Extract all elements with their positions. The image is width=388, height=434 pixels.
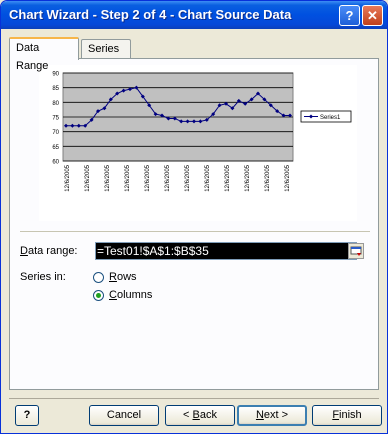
tab-series[interactable]: Series [81, 39, 131, 58]
finish-button[interactable]: Finish [312, 405, 382, 426]
x-tick-label: 12/6/2005 [285, 164, 291, 191]
x-tick-label: 12/6/2005 [185, 164, 191, 191]
x-tick-label: 12/6/2005 [245, 164, 251, 191]
data-range-label: Data range: [20, 245, 78, 257]
title-bar: Chart Wizard - Step 2 of 4 - Chart Sourc… [1, 1, 387, 29]
collapse-dialog-button[interactable] [348, 243, 364, 259]
next-button[interactable]: Next > [237, 405, 307, 426]
x-tick-label: 12/6/2005 [125, 164, 131, 191]
columns-label[interactable]: Columns [109, 289, 152, 301]
y-tick-label: 70 [52, 130, 59, 136]
legend-label: Series1 [320, 115, 341, 121]
chart-wizard-dialog: Chart Wizard - Step 2 of 4 - Chart Sourc… [0, 0, 388, 434]
y-tick-label: 60 [52, 160, 59, 166]
close-button[interactable]: ✕ [362, 5, 383, 26]
columns-radio[interactable] [93, 290, 104, 301]
cancel-button[interactable]: Cancel [89, 405, 159, 426]
window-title: Chart Wizard - Step 2 of 4 - Chart Sourc… [9, 7, 292, 22]
x-tick-label: 12/6/2005 [105, 164, 111, 191]
chart-preview: 60 65 70 75 80 85 90 12/6/2005 12/6/2005 12/6/200… [39, 65, 357, 221]
y-tick-label: 75 [52, 116, 59, 122]
divider [20, 231, 370, 232]
collapse-icon [350, 246, 362, 256]
x-tick-label: 12/6/2005 [225, 164, 231, 191]
bottom-separator [9, 398, 379, 399]
chart-svg: 60 65 70 75 80 85 90 12/6/2005 12/6/2005 12/6/200… [52, 72, 352, 192]
x-tick-label: 12/6/2005 [265, 164, 271, 191]
rows-label[interactable]: Rows [109, 271, 137, 283]
rows-radio[interactable] [93, 272, 104, 283]
y-tick-label: 85 [52, 86, 59, 92]
y-tick-label: 65 [52, 145, 59, 151]
y-tick-label: 80 [52, 101, 59, 107]
help-button[interactable]: ? [15, 405, 39, 426]
help-title-button[interactable]: ? [339, 5, 360, 26]
y-tick-label: 90 [52, 72, 59, 78]
data-range-input[interactable]: =Test01!$A$1:$B$35 [95, 242, 357, 260]
x-tick-label: 12/6/2005 [65, 164, 71, 191]
back-button[interactable]: < Back [165, 405, 235, 426]
x-tick-label: 12/6/2005 [145, 164, 151, 191]
x-tick-label: 12/6/2005 [165, 164, 171, 191]
x-tick-label: 12/6/2005 [205, 164, 211, 191]
tab-data-range[interactable]: Data Range [9, 37, 79, 72]
x-tick-label: 12/6/2005 [85, 164, 91, 191]
series-in-label: Series in: [20, 271, 66, 283]
tab-panel: 60 65 70 75 80 85 90 12/6/2005 12/6/2005 12/6/200… [9, 58, 379, 390]
